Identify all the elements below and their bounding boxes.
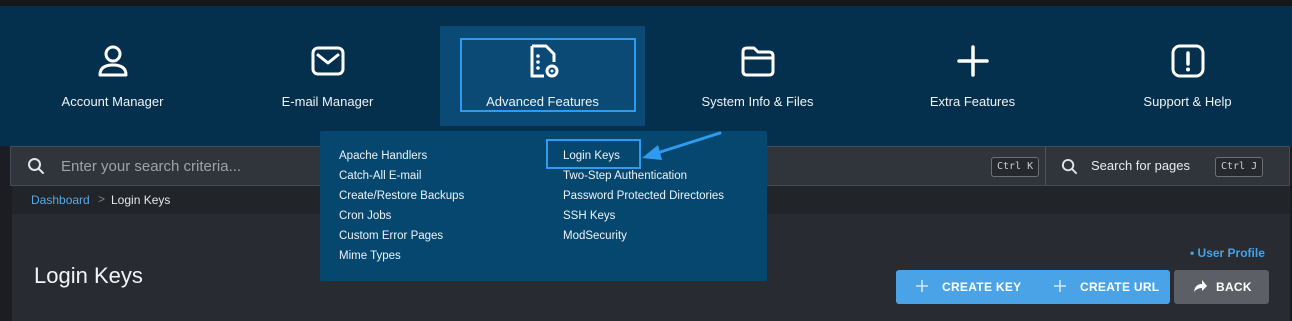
nav-label: System Info & Files (701, 94, 814, 109)
button-label: CREATE URL (1080, 280, 1160, 294)
button-label: BACK (1216, 280, 1252, 294)
user-profile-link[interactable]: • User Profile (1190, 246, 1265, 260)
highlight-box (546, 139, 641, 169)
nav-system-info-files[interactable]: System Info & Files (655, 6, 860, 126)
nav-account-manager[interactable]: Account Manager (0, 6, 225, 126)
menu-item-create-restore-backups[interactable]: Create/Restore Backups (339, 190, 464, 202)
alert-icon (1171, 44, 1204, 78)
nav-extra-features[interactable]: Extra Features (870, 6, 1075, 126)
plus-icon (916, 280, 928, 292)
pointer-arrow-icon (642, 131, 722, 160)
page-title: Login Keys (34, 263, 143, 288)
nav-label: Account Manager (61, 94, 164, 109)
button-label: CREATE KEY (942, 280, 1022, 294)
create-key-button[interactable]: CREATE KEY (896, 270, 1042, 304)
search-icon (28, 158, 44, 174)
back-button[interactable]: BACK (1174, 270, 1269, 304)
create-url-button[interactable]: CREATE URL (1034, 270, 1170, 304)
share-arrow-icon (1194, 280, 1207, 292)
folder-icon (741, 46, 774, 77)
menu-item-catch-all-email[interactable]: Catch-All E-mail (339, 170, 421, 182)
menu-item-ssh-keys[interactable]: SSH Keys (563, 210, 615, 222)
menu-item-cron-jobs[interactable]: Cron Jobs (339, 210, 391, 222)
search-icon (1061, 158, 1078, 175)
nav-email-manager[interactable]: E-mail Manager (225, 6, 430, 126)
nav-support-help[interactable]: Support & Help (1085, 6, 1290, 126)
search-pages-button[interactable]: Search for pages (1091, 158, 1190, 173)
menu-item-custom-error-pages[interactable]: Custom Error Pages (339, 230, 443, 242)
highlight-box (460, 38, 636, 112)
main-nav: Account Manager E-mail Manager Advanced … (0, 6, 1292, 146)
menu-item-password-protected-directories[interactable]: Password Protected Directories (563, 190, 724, 202)
nav-label: E-mail Manager (281, 94, 374, 109)
user-icon (98, 45, 127, 77)
search-shortcut: Ctrl K (991, 157, 1040, 177)
nav-label: Support & Help (1143, 94, 1232, 109)
plus-icon (1054, 280, 1066, 292)
breadcrumb-separator: > (98, 192, 106, 206)
search-pages-shortcut: Ctrl J (1215, 157, 1264, 177)
menu-item-mime-types[interactable]: Mime Types (339, 250, 401, 262)
divider (1045, 147, 1046, 185)
plus-icon (956, 45, 989, 77)
envelope-icon (311, 46, 344, 76)
menu-item-modsecurity[interactable]: ModSecurity (563, 230, 627, 242)
breadcrumb-current: Login Keys (111, 193, 171, 207)
search-input[interactable]: Enter your search criteria... (61, 158, 241, 175)
breadcrumb-home-link[interactable]: Dashboard (31, 193, 90, 207)
nav-label: Extra Features (929, 94, 1016, 109)
menu-item-apache-handlers[interactable]: Apache Handlers (339, 150, 427, 162)
menu-item-two-step-authentication[interactable]: Two-Step Authentication (563, 170, 687, 182)
